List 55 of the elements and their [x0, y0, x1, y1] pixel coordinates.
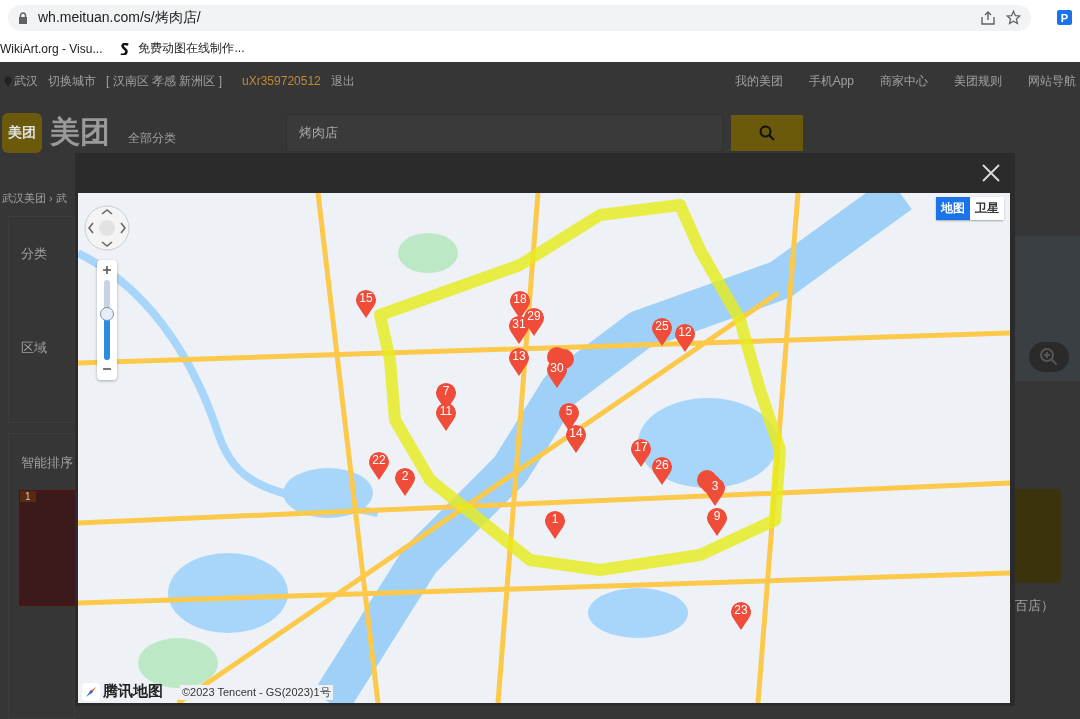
compass-icon	[82, 682, 100, 701]
logout-link[interactable]: 退出	[330, 72, 355, 90]
share-icon[interactable]	[980, 10, 996, 25]
map-logo: 腾讯地图	[103, 682, 163, 701]
category-dropdown[interactable]: 全部分类	[128, 118, 278, 147]
bookmark-icon	[120, 42, 131, 55]
map-marker[interactable]: 22	[368, 450, 390, 480]
breadcrumb: 武汉美团 › 武	[1, 191, 68, 206]
close-icon	[981, 163, 1001, 183]
username-link[interactable]: uXr359720512	[242, 74, 321, 88]
map-marker[interactable]: 17	[630, 437, 652, 467]
nav-link[interactable]: 网站导航	[1028, 72, 1076, 90]
rank-badge: 1	[20, 491, 36, 502]
map-marker[interactable]: 26	[651, 455, 673, 485]
nav-link[interactable]: 美团规则	[954, 72, 1002, 90]
map-marker[interactable]: 14	[565, 423, 587, 453]
plus-icon	[103, 266, 111, 274]
copyright-text: ©2023 Tencent - GS(2023)1号	[180, 685, 333, 700]
bookmark[interactable]: WikiArt.org - Visu...	[0, 41, 103, 56]
zoom-in-icon	[1039, 347, 1059, 367]
map-marker[interactable]: 3	[704, 476, 726, 506]
map-marker[interactable]: 11	[435, 401, 457, 431]
extension-icon[interactable]: P	[1057, 10, 1072, 25]
zoom-slider[interactable]	[97, 260, 117, 380]
map-marker[interactable]: 25	[651, 316, 673, 346]
search-field[interactable]: 烤肉店	[286, 113, 723, 152]
map-marker[interactable]: 1	[544, 509, 566, 539]
pan-control[interactable]	[84, 205, 130, 251]
filter-label: 区域	[20, 339, 48, 357]
nearby-cities: [ 汉南区 孝感 新洲区 ]	[106, 72, 222, 90]
filter-label: 分类	[20, 245, 48, 263]
switch-city-link[interactable]: 切换城市	[48, 72, 96, 90]
nav-link[interactable]: 手机App	[808, 72, 854, 90]
logo-text: 美团	[50, 114, 111, 150]
map-marker[interactable]: 13	[508, 346, 530, 376]
bookmark[interactable]: 免费动图在线制作...	[120, 40, 245, 57]
search-icon	[759, 124, 775, 141]
shop-name: 百店）	[1015, 597, 1055, 615]
city-text: 武汉	[14, 72, 38, 90]
star-icon[interactable]	[1006, 10, 1021, 25]
logo-badge: 美团	[2, 112, 42, 153]
map-marker[interactable]: 2	[394, 466, 416, 496]
minus-icon	[103, 368, 111, 370]
nav-link[interactable]: 我的美团	[734, 72, 783, 90]
sort-option[interactable]: 智能排序	[21, 454, 74, 472]
map-type-tab[interactable]: 地图	[936, 197, 970, 220]
zoom-handle[interactable]	[100, 306, 114, 321]
search-button[interactable]	[731, 114, 803, 151]
map-marker[interactable]: 9	[706, 506, 728, 536]
map-marker[interactable]: 12	[674, 322, 696, 352]
nav-link[interactable]: 商家中心	[880, 72, 928, 90]
map-type-tab[interactable]: 卫星	[970, 197, 1004, 220]
lock-icon	[18, 11, 28, 24]
map-marker[interactable]: 23	[730, 600, 752, 630]
map-marker[interactable]: 15	[355, 288, 377, 318]
